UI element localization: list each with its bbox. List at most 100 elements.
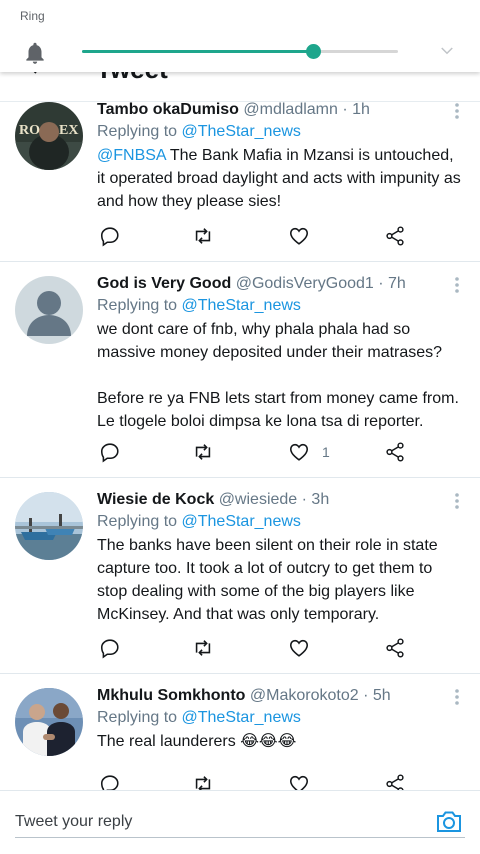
tweet-text: @FNBSA The Bank Mafia in Mzansi is untou… xyxy=(97,144,464,213)
retweet-icon xyxy=(195,776,211,790)
tweet-text: The banks have been silent on their role… xyxy=(97,534,464,626)
reply-input-underline xyxy=(15,837,465,838)
svg-text:EX: EX xyxy=(59,123,78,138)
avatar[interactable] xyxy=(15,688,83,756)
more-options-icon[interactable] xyxy=(454,688,460,706)
share-icon xyxy=(386,442,404,462)
author-name[interactable]: Tambo okaDumiso xyxy=(97,102,239,118)
heart-icon xyxy=(289,639,309,657)
replying-to-label: Replying to xyxy=(97,709,182,726)
replying-to-mention[interactable]: @TheStar_news xyxy=(182,297,301,314)
tweet-item[interactable]: God is Very Good @GodisVeryGood1 · 7h Re… xyxy=(0,262,480,478)
header: Tweet xyxy=(0,72,480,102)
heart-icon xyxy=(289,227,309,245)
replying-to-label: Replying to xyxy=(97,513,182,530)
tweet-item[interactable]: Mkhulu Somkhonto @Makorokoto2 · 5h Reply… xyxy=(0,674,480,790)
like-button[interactable]: 1 xyxy=(288,440,330,464)
like-count: 1 xyxy=(322,444,330,460)
replying-to: Replying to @TheStar_news xyxy=(97,121,464,143)
more-options-icon[interactable] xyxy=(454,102,460,120)
replying-to-mention[interactable]: @TheStar_news xyxy=(182,513,301,530)
retweet-icon xyxy=(195,444,211,460)
tweet-body: The real launderers 😂😂😂 xyxy=(97,733,297,750)
replying-to-mention[interactable]: @TheStar_news xyxy=(182,123,301,140)
svg-text:RO: RO xyxy=(19,123,40,138)
author-handle[interactable]: @GodisVeryGood1 xyxy=(236,275,374,292)
reply-button[interactable] xyxy=(99,636,121,660)
reply-icon xyxy=(100,227,119,247)
tweet-meta: Tambo okaDumiso @mdladlamn · 1h xyxy=(97,102,464,121)
avatar[interactable] xyxy=(15,492,83,560)
tweet-time: · 1h xyxy=(342,102,370,118)
tweet-actions xyxy=(97,772,417,790)
retweet-button[interactable] xyxy=(192,772,214,790)
retweet-button[interactable] xyxy=(192,440,214,464)
replying-to: Replying to @TheStar_news xyxy=(97,511,464,533)
like-button[interactable] xyxy=(288,224,322,248)
tweet-meta: Wiesie de Kock @wiesiede · 3h xyxy=(97,489,464,511)
reply-button[interactable] xyxy=(99,440,121,464)
more-options-icon[interactable] xyxy=(454,276,460,294)
volume-label: Ring xyxy=(20,9,45,23)
retweet-icon xyxy=(195,228,211,244)
reply-icon xyxy=(100,639,119,659)
retweet-icon xyxy=(195,640,211,656)
bell-icon[interactable] xyxy=(22,40,48,66)
boats-avatar-image xyxy=(15,492,83,560)
author-name[interactable]: Wiesie de Kock xyxy=(97,491,214,508)
tweet-item[interactable]: Wiesie de Kock @wiesiede · 3h Replying t… xyxy=(0,478,480,674)
replying-to-label: Replying to xyxy=(97,123,182,140)
rolex-avatar-image: RO EX xyxy=(15,102,83,170)
share-button[interactable] xyxy=(384,636,406,660)
tweet-time: · 3h xyxy=(301,491,330,508)
reply-button[interactable] xyxy=(99,224,121,248)
volume-panel: Ring xyxy=(0,0,480,72)
tweet-item[interactable]: RO EX Tambo okaDumiso @mdladlamn · 1h Re… xyxy=(0,102,480,262)
tweet-actions: 1 xyxy=(97,440,417,464)
volume-slider[interactable] xyxy=(82,44,398,59)
reply-composer xyxy=(0,790,480,854)
replying-to: Replying to @TheStar_news xyxy=(97,295,464,317)
author-handle[interactable]: @mdladlamn xyxy=(243,102,338,118)
reply-feed: RO EX Tambo okaDumiso @mdladlamn · 1h Re… xyxy=(0,102,480,790)
retweet-button[interactable] xyxy=(192,636,214,660)
body-mention[interactable]: @FNBSA xyxy=(97,147,166,164)
camera-icon[interactable] xyxy=(435,809,463,835)
heart-icon xyxy=(289,443,309,461)
share-button[interactable] xyxy=(384,224,406,248)
avatar[interactable] xyxy=(15,276,83,344)
volume-slider-thumb[interactable] xyxy=(305,44,321,59)
reply-button[interactable] xyxy=(99,772,121,790)
tweet-body: The banks have been silent on their role… xyxy=(97,537,443,623)
share-icon xyxy=(386,638,404,658)
tweet-time: · 5h xyxy=(363,687,391,704)
reply-input[interactable] xyxy=(15,813,395,831)
reply-icon xyxy=(100,443,119,463)
tweet-meta: God is Very Good @GodisVeryGood1 · 7h xyxy=(97,273,464,295)
more-options-icon[interactable] xyxy=(454,492,460,510)
author-handle[interactable]: @Makorokoto2 xyxy=(250,687,359,704)
retweet-button[interactable] xyxy=(192,224,214,248)
tweet-actions xyxy=(97,636,417,660)
handshake-avatar-image xyxy=(15,688,83,756)
reply-icon xyxy=(100,775,119,790)
share-button[interactable] xyxy=(384,772,406,790)
default-avatar-image xyxy=(15,276,83,344)
heart-icon xyxy=(289,775,309,790)
author-handle[interactable]: @wiesiede xyxy=(219,491,298,508)
replying-to: Replying to @TheStar_news xyxy=(97,707,464,729)
author-name[interactable]: God is Very Good xyxy=(97,275,231,292)
replying-to-label: Replying to xyxy=(97,297,182,314)
share-icon xyxy=(386,774,404,790)
tweet-time: · 7h xyxy=(378,275,406,292)
back-arrow-icon[interactable] xyxy=(24,72,42,76)
author-name[interactable]: Mkhulu Somkhonto xyxy=(97,687,245,704)
chevron-down-icon[interactable] xyxy=(436,42,458,60)
tweet-body: we dont care of fnb, why phala phala had… xyxy=(97,321,459,430)
share-button[interactable] xyxy=(384,440,406,464)
like-button[interactable] xyxy=(288,636,322,660)
replying-to-mention[interactable]: @TheStar_news xyxy=(182,709,301,726)
avatar[interactable]: RO EX xyxy=(15,102,83,170)
tweet-text: The real launderers 😂😂😂 xyxy=(97,730,464,753)
like-button[interactable] xyxy=(288,772,322,790)
